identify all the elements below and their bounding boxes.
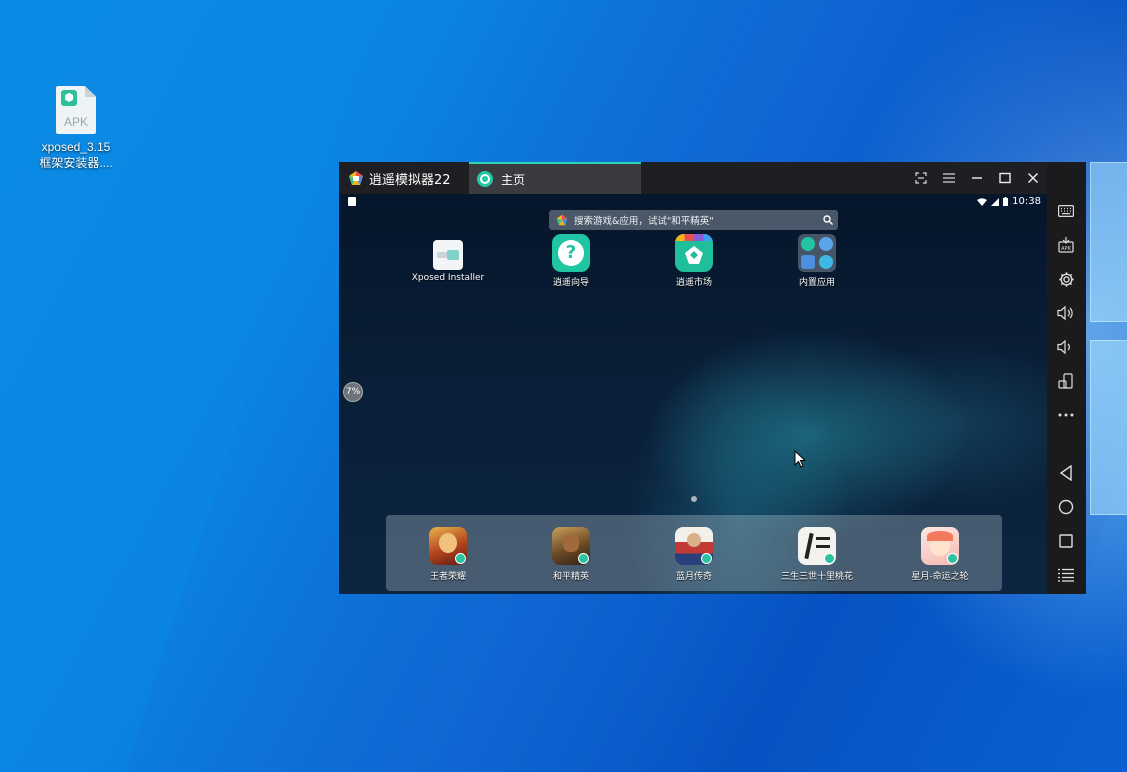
wangzhe-game-icon [429,527,467,565]
app-folder-builtin[interactable]: 内置应用 [772,234,862,288]
volume-down-icon [1057,339,1070,355]
back-icon [1059,465,1072,481]
menu-button[interactable] [935,162,963,194]
battery-icon [1003,197,1009,206]
apk-type-label: APK [63,115,88,129]
app-label: 逍遥向导 [552,278,589,288]
clock: 10:38 [1012,196,1041,207]
back-button[interactable] [1055,462,1077,484]
apk-install-button[interactable]: APK [1055,234,1077,256]
dock: 王者荣耀 和平精英 蓝月传奇 三生三世十里桃花 星月-命运之轮 [386,515,1002,591]
dock-app-heping[interactable]: 和平精英 [516,527,626,582]
menu-icon [1058,568,1074,582]
recents-button[interactable] [1055,530,1077,552]
app-label: 逍遥市场 [675,278,712,288]
xiaoyao-logo-icon [556,214,568,226]
app-xposed-installer[interactable]: Xposed Installer [403,236,493,283]
wifi-icon [977,197,988,206]
folder-icon [798,234,836,272]
rotate-icon [1058,373,1073,389]
page-indicator [691,496,697,502]
maximize-button[interactable] [991,162,1019,194]
volume-down-button[interactable] [1055,336,1077,358]
app-xiaoyao-market[interactable]: 逍遥市场 [649,234,739,288]
app-label: Xposed Installer [411,273,485,283]
dock-app-sansheng[interactable]: 三生三世十里桃花 [762,527,872,582]
volume-up-icon [1057,305,1073,321]
tab-home-label: 主页 [501,172,526,187]
dock-app-label: 和平精英 [552,572,589,582]
market-icon [675,234,713,272]
dock-app-label: 王者荣耀 [429,572,466,582]
sansheng-game-icon [798,527,836,565]
app-title: 逍遥模拟器22 [369,172,451,188]
android-screen[interactable]: 10:38 搜索游戏&应用，试试"和平精英" Xposed Installer … [339,194,1047,594]
mouse-cursor-icon [794,450,806,468]
desktop-icon-apk[interactable]: ⬢ APK xposed_3.15 框架安装器.... [34,86,118,171]
notification-icon [348,197,356,206]
more-button[interactable] [1055,404,1077,426]
xiaoyao-logo-icon [349,171,363,185]
xingyue-game-icon [921,527,959,565]
app-xiaoyao-guide[interactable]: ? 逍遥向导 [526,234,616,288]
title-bar[interactable]: 逍遥模拟器22 主页 [339,162,1086,194]
tab-home[interactable]: 主页 [469,162,641,194]
menu-list-button[interactable] [1055,564,1077,586]
search-button[interactable] [818,210,838,230]
search-placeholder: 搜索游戏&应用，试试"和平精英" [574,216,714,227]
recents-icon [1059,534,1073,548]
side-toolbar: APK [1047,162,1086,594]
dock-app-wangzhe[interactable]: 王者荣耀 [393,527,503,582]
search-icon [823,215,833,225]
dock-app-label: 星月-命运之轮 [911,572,969,582]
home-button[interactable] [1055,496,1077,518]
desktop: ⬢ APK xposed_3.15 框架安装器.... 逍遥模拟器22 主页 1… [0,0,1127,772]
maximize-icon [999,172,1011,184]
more-icon [1058,413,1074,417]
minimize-button[interactable] [963,162,991,194]
help-icon: ? [552,234,590,272]
xposed-installer-icon [433,240,463,270]
dock-app-xingyue[interactable]: 星月-命运之轮 [885,527,995,582]
rotate-button[interactable] [1055,370,1077,392]
app-label: 内置应用 [798,278,835,288]
windows-logo-pane [1090,162,1127,322]
heping-game-icon [552,527,590,565]
close-icon [1028,173,1038,183]
apk-file-icon: ⬢ APK [56,86,96,134]
emulator-window: 逍遥模拟器22 主页 10:38 搜索游戏&应用，试试"和平精英" Xposed… [339,162,1086,594]
windows-logo-pane [1090,340,1127,515]
home-tab-icon [477,171,493,187]
dock-app-label: 蓝月传奇 [675,572,712,582]
keyboard-icon [1058,205,1074,217]
app-brand: 逍遥模拟器22 [339,162,469,194]
volume-up-button[interactable] [1055,302,1077,324]
status-icons: 10:38 [977,196,1041,207]
settings-icon [1058,271,1074,287]
fullscreen-icon [915,172,927,184]
close-button[interactable] [1019,162,1047,194]
hamburger-icon [943,173,955,183]
dock-app-label: 三生三世十里桃花 [780,572,853,582]
side-float-badge[interactable]: 7% [343,382,363,402]
android-status-bar: 10:38 [339,194,1047,210]
signal-icon [991,197,1000,206]
svg-text:APK: APK [1061,246,1071,252]
desktop-icon-label: xposed_3.15 框架安装器.... [39,140,113,170]
minimize-icon [972,177,982,179]
search-bar[interactable]: 搜索游戏&应用，试试"和平精英" [549,210,838,230]
home-icon [1058,499,1074,515]
apk-install-icon: APK [1058,237,1074,253]
fullscreen-button[interactable] [907,162,935,194]
settings-button[interactable] [1055,268,1077,290]
dock-app-lanyue[interactable]: 蓝月传奇 [639,527,749,582]
keyboard-button[interactable] [1055,200,1077,222]
lanyue-game-icon [675,527,713,565]
